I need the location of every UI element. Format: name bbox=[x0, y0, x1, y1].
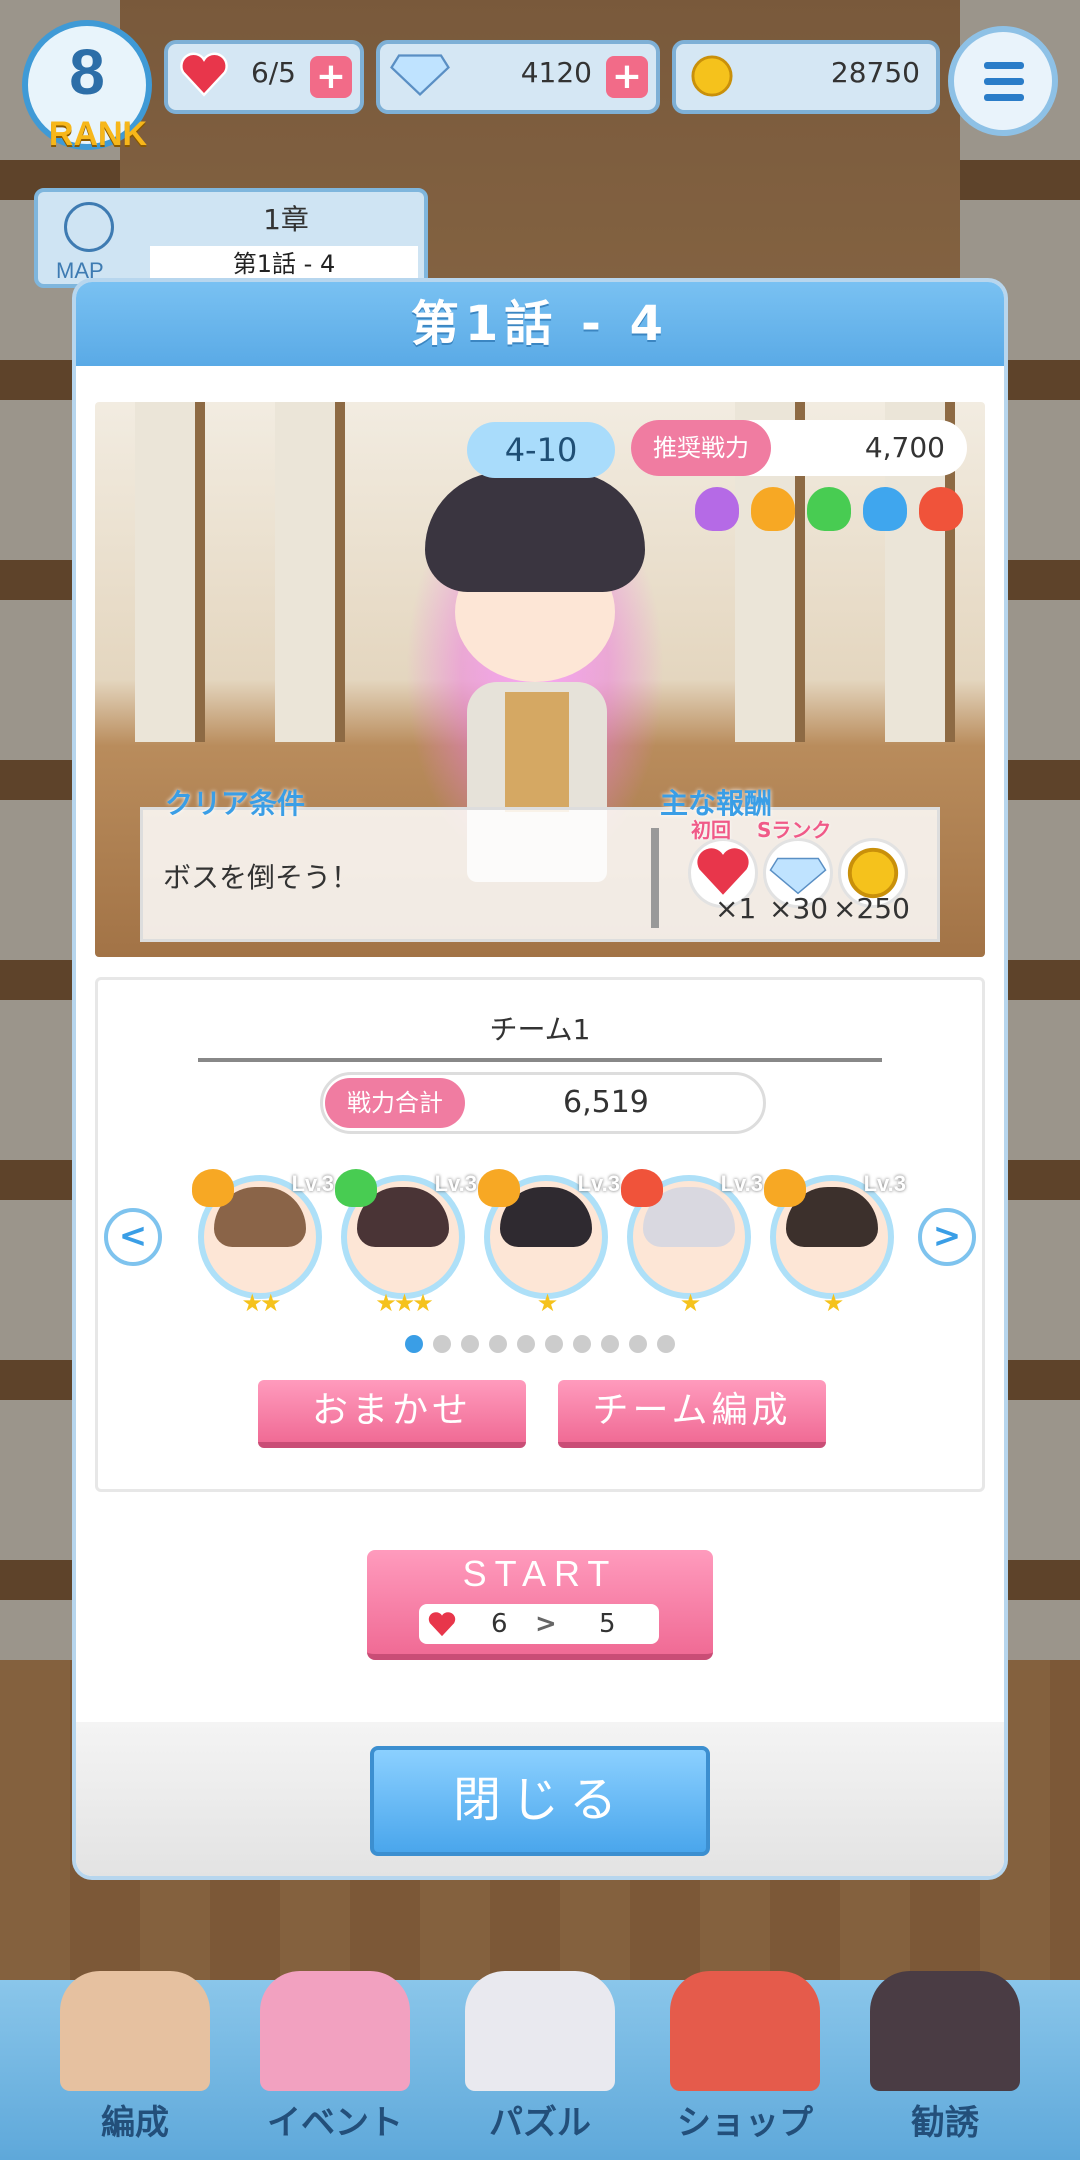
rank-badge: 8 RANK bbox=[22, 20, 152, 153]
clear-panel: ボスを倒そう！ 初回 Sランク ×1 ×30 ×250 bbox=[140, 807, 940, 942]
nav-team[interactable]: 編成 bbox=[40, 1971, 230, 2144]
member-stars: ★★ bbox=[241, 1289, 281, 1317]
next-team-button[interactable]: > bbox=[918, 1208, 976, 1266]
coin-icon bbox=[691, 55, 733, 97]
close-button[interactable]: 閉じる bbox=[370, 1746, 710, 1856]
start-label: START bbox=[462, 1553, 618, 1594]
team-member-2[interactable]: Lv.3 ★★★ bbox=[335, 1169, 477, 1317]
gems-value: 4120 bbox=[520, 56, 592, 89]
reward-count-heart: ×1 bbox=[715, 892, 757, 925]
start-button[interactable]: START 6 > 5 bbox=[367, 1550, 713, 1660]
menu-button[interactable] bbox=[948, 26, 1058, 136]
modal-header: 第1話 - 4 bbox=[76, 282, 1004, 366]
heart-icon bbox=[428, 1612, 456, 1637]
red-attribute-icon bbox=[621, 1169, 663, 1207]
coins-counter: 28750 bbox=[672, 40, 940, 114]
orange-attribute-icon bbox=[192, 1169, 234, 1207]
member-stars: ★ bbox=[679, 1289, 702, 1317]
member-level: Lv.3 bbox=[291, 1171, 334, 1196]
red-attribute-icon bbox=[919, 487, 963, 531]
auto-select-button[interactable]: おまかせ bbox=[258, 1380, 526, 1448]
team-power-value: 6,519 bbox=[563, 1085, 649, 1120]
rank-number: 8 bbox=[69, 36, 105, 108]
chevron-right-icon: > bbox=[535, 1609, 557, 1639]
nav-puzzle[interactable]: パズル bbox=[440, 1971, 640, 2144]
member-level: Lv.3 bbox=[577, 1171, 620, 1196]
reward-count-coin: ×250 bbox=[833, 892, 910, 925]
blue-attribute-icon bbox=[863, 487, 907, 531]
team-power: 戦力合計 6,519 bbox=[320, 1072, 766, 1134]
stage-modal: 第1話 - 4 4-10 推奨戦力 4,700 ボスを倒そう！ 初回 Sランク … bbox=[76, 282, 1004, 1876]
page-dot bbox=[405, 1335, 423, 1353]
member-level: Lv.3 bbox=[863, 1171, 906, 1196]
team-member-4[interactable]: Lv.3 ★ bbox=[621, 1169, 763, 1317]
rewards-title: 主な報酬 bbox=[660, 787, 773, 820]
heart-icon bbox=[180, 52, 228, 97]
gem-icon bbox=[390, 54, 450, 97]
green-attribute-icon bbox=[807, 487, 851, 531]
page-dot bbox=[573, 1335, 591, 1353]
team-edit-button[interactable]: チーム編成 bbox=[558, 1380, 826, 1448]
bottom-nav: 編成 イベント パズル ショップ 勧誘 bbox=[0, 1971, 1080, 2160]
green-attribute-icon bbox=[335, 1169, 377, 1207]
team-member-5[interactable]: Lv.3 ★ bbox=[764, 1169, 906, 1317]
page-dot bbox=[433, 1335, 451, 1353]
map-button[interactable]: MAP 1章 第1話 - 4 bbox=[34, 188, 428, 288]
team-member-3[interactable]: Lv.3 ★ bbox=[478, 1169, 620, 1317]
gems-counter: 4120 + bbox=[376, 40, 660, 114]
hearts-value: 6/5 bbox=[250, 56, 296, 89]
member-stars: ★★★ bbox=[375, 1289, 434, 1317]
page-indicator bbox=[98, 1335, 982, 1357]
page-dot bbox=[489, 1335, 507, 1353]
clear-condition-text: ボスを倒そう！ bbox=[163, 861, 360, 894]
nav-shop[interactable]: ショップ bbox=[650, 1971, 840, 2144]
purple-attribute-icon bbox=[695, 487, 739, 531]
coins-value: 28750 bbox=[830, 56, 920, 89]
recommended-power-label: 推奨戦力 bbox=[631, 420, 771, 476]
team-power-label: 戦力合計 bbox=[325, 1078, 465, 1128]
page-dot bbox=[517, 1335, 535, 1353]
compass-icon bbox=[64, 202, 114, 252]
team-name: チーム1 bbox=[198, 1008, 882, 1062]
clear-condition-title: クリア条件 bbox=[165, 787, 306, 820]
nav-recruit[interactable]: 勧誘 bbox=[850, 1971, 1040, 2144]
page-dot bbox=[545, 1335, 563, 1353]
prev-team-button[interactable]: < bbox=[104, 1208, 162, 1266]
member-stars: ★ bbox=[536, 1289, 559, 1317]
rank-label: RANK bbox=[48, 115, 148, 153]
page-dot bbox=[657, 1335, 675, 1353]
add-gems-button[interactable]: + bbox=[606, 56, 648, 98]
stamina-before: 6 bbox=[491, 1609, 508, 1639]
modal-title: 第1話 - 4 bbox=[410, 296, 670, 352]
page-dot bbox=[629, 1335, 647, 1353]
add-hearts-button[interactable]: + bbox=[310, 56, 352, 98]
team-card: チーム1 戦力合計 6,519 < > Lv.3 ★★ Lv.3 ★★★ Lv.3 ★ Lv… bbox=[95, 977, 985, 1492]
episode-label: 第1話 - 4 bbox=[150, 246, 418, 282]
member-level: Lv.3 bbox=[434, 1171, 477, 1196]
orange-attribute-icon bbox=[764, 1169, 806, 1207]
map-label: MAP bbox=[56, 258, 104, 283]
page-dot bbox=[461, 1335, 479, 1353]
hearts-counter: 6/5 + bbox=[164, 40, 364, 114]
member-stars: ★ bbox=[822, 1289, 845, 1317]
stage-preview: 4-10 推奨戦力 4,700 ボスを倒そう！ 初回 Sランク ×1 ×30 ×… bbox=[95, 402, 985, 957]
orange-attribute-icon bbox=[478, 1169, 520, 1207]
nav-event[interactable]: イベント bbox=[240, 1971, 430, 2144]
recommended-power-value: 4,700 bbox=[864, 431, 945, 464]
reward-count-gem: ×30 bbox=[769, 892, 829, 925]
page-dot bbox=[601, 1335, 619, 1353]
member-level: Lv.3 bbox=[720, 1171, 763, 1196]
recommended-power: 推奨戦力 4,700 bbox=[631, 420, 967, 476]
orange-attribute-icon bbox=[751, 487, 795, 531]
chapter-label: 1章 bbox=[263, 203, 309, 236]
stamina-cost: 6 > 5 bbox=[419, 1604, 659, 1644]
stamina-after: 5 bbox=[599, 1609, 616, 1639]
team-member-1[interactable]: Lv.3 ★★ bbox=[192, 1169, 334, 1317]
stage-number: 4-10 bbox=[467, 422, 615, 478]
